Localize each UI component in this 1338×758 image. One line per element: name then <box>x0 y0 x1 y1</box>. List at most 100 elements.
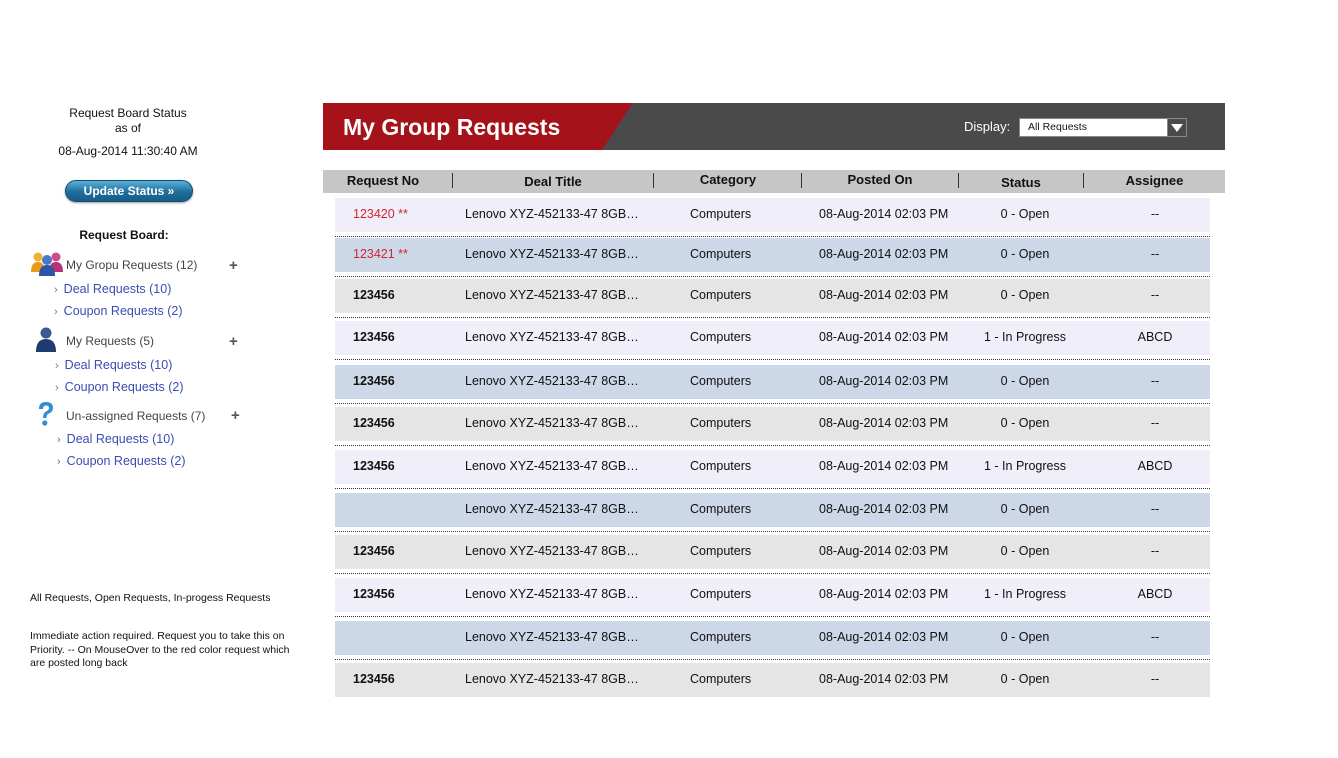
table-header: Request No Deal Title Category Posted On… <box>323 170 1225 193</box>
table-row[interactable]: 123456 Lenovo XYZ-452133-47 8GB… Computers… <box>335 279 1210 318</box>
deal-title-cell: Lenovo XYZ-452133-47 8GB… <box>465 247 639 261</box>
display-filter-value: All Requests <box>1028 121 1087 133</box>
assignee-cell: -- <box>1150 374 1160 388</box>
posted-on-cell: 08-Aug-2014 02:03 PM <box>819 459 949 473</box>
display-label: Display: <box>964 119 1011 134</box>
status-cell: 1 - In Progress <box>984 330 1066 344</box>
chevron-right-icon: › <box>54 284 58 296</box>
user-icon <box>36 327 56 352</box>
priority-note: Immediate action required. Request you t… <box>30 630 290 669</box>
posted-on-cell: 08-Aug-2014 02:03 PM <box>819 544 949 558</box>
category-cell: Computers <box>690 587 752 601</box>
deal-title-cell: Lenovo XYZ-452133-47 8GB… <box>465 630 639 644</box>
expand-my-group-requests-icon[interactable]: + <box>229 257 238 274</box>
status-timestamp: 08-Aug-2014 11:30:40 AM <box>58 144 198 158</box>
table-row[interactable]: 123456 Lenovo XYZ-452133-47 8GB… Computers… <box>335 321 1210 360</box>
deal-title-cell: Lenovo XYZ-452133-47 8GB… <box>465 672 639 686</box>
my-deal-requests-link[interactable]: › Deal Requests (10) <box>55 358 172 372</box>
column-deal-title[interactable]: Deal Title <box>453 174 653 189</box>
unassigned-deal-requests-link[interactable]: › Deal Requests (10) <box>57 432 174 446</box>
category-cell: Computers <box>690 247 752 261</box>
posted-on-cell: 08-Aug-2014 02:03 PM <box>819 330 949 344</box>
status-cell: 0 - Open <box>1000 544 1050 558</box>
status-cell: 1 - In Progress <box>984 587 1066 601</box>
category-cell: Computers <box>690 544 752 558</box>
deal-title-cell: Lenovo XYZ-452133-47 8GB… <box>465 416 639 430</box>
status-cell: 0 - Open <box>1000 416 1050 430</box>
request-no-cell[interactable]: 123456 <box>353 587 395 601</box>
table-row[interactable]: 123456 Lenovo XYZ-452133-47 8GB… Computers… <box>335 578 1210 617</box>
column-assignee[interactable]: Assignee <box>1084 173 1225 188</box>
category-cell: Computers <box>690 672 752 686</box>
display-filter-select[interactable]: All Requests <box>1019 118 1187 137</box>
request-no-cell[interactable]: 123420 ** <box>353 207 408 221</box>
status-cell: 0 - Open <box>1000 247 1050 261</box>
request-no-cell[interactable]: 123456 <box>353 459 395 473</box>
my-coupon-requests-link[interactable]: › Coupon Requests (2) <box>55 380 184 394</box>
table-row[interactable]: 123456 Lenovo XYZ-452133-47 8GB… Computers… <box>335 535 1210 574</box>
assignee-cell: -- <box>1150 672 1160 686</box>
page-title: My Group Requests <box>343 114 561 140</box>
assignee-cell: -- <box>1150 288 1160 302</box>
posted-on-cell: 08-Aug-2014 02:03 PM <box>819 207 949 221</box>
assignee-cell: ABCD <box>1137 330 1173 344</box>
category-cell: Computers <box>690 288 752 302</box>
unassigned-requests-label[interactable]: Un-assigned Requests (7) <box>66 409 205 423</box>
assignee-cell: -- <box>1150 207 1160 221</box>
update-status-button[interactable]: Update Status » <box>65 180 193 202</box>
unassigned-coupon-requests-link[interactable]: › Coupon Requests (2) <box>57 454 186 468</box>
page-header: My Group Requests Display: All Requests <box>323 103 1225 150</box>
sidebar: Request Board Status as of 08-Aug-2014 1… <box>0 0 320 758</box>
request-no-cell[interactable]: 123456 <box>353 416 395 430</box>
my-requests-label[interactable]: My Requests (5) <box>66 334 154 348</box>
table-row[interactable]: 123420 ** Lenovo XYZ-452133-47 8GB… Comput… <box>335 198 1210 237</box>
column-request-no[interactable]: Request No <box>323 173 443 188</box>
status-heading: Request Board Status <box>69 106 187 120</box>
status-cell: 0 - Open <box>1000 672 1050 686</box>
column-status[interactable]: Status <box>959 175 1083 190</box>
category-cell: Computers <box>690 502 752 516</box>
table-row[interactable]: 123456 Lenovo XYZ-452133-47 8GB… Computers… <box>335 450 1210 489</box>
request-no-cell[interactable]: 123456 <box>353 330 395 344</box>
category-cell: Computers <box>690 630 752 644</box>
table-row[interactable]: 123456 Lenovo XYZ-452133-47 8GB… Computers… <box>335 663 1210 697</box>
table-row[interactable]: 123456 Lenovo XYZ-452133-47 8GB… Computers… <box>335 407 1210 446</box>
posted-on-cell: 08-Aug-2014 02:03 PM <box>819 630 949 644</box>
question-icon <box>39 402 53 426</box>
expand-unassigned-requests-icon[interactable]: + <box>231 407 240 424</box>
table-row[interactable]: 123421 ** Lenovo XYZ-452133-47 8GB… Comput… <box>335 238 1210 277</box>
table-row[interactable]: Lenovo XYZ-452133-47 8GB… Computers 08-Aug… <box>335 621 1210 660</box>
status-cell: 0 - Open <box>1000 502 1050 516</box>
column-category[interactable]: Category <box>654 172 802 187</box>
deal-title-cell: Lenovo XYZ-452133-47 8GB… <box>465 288 639 302</box>
request-no-cell[interactable]: 123456 <box>353 672 395 686</box>
posted-on-cell: 08-Aug-2014 02:03 PM <box>819 587 949 601</box>
group-deal-requests-link[interactable]: › Deal Requests (10) <box>54 282 171 296</box>
posted-on-cell: 08-Aug-2014 02:03 PM <box>819 672 949 686</box>
deal-title-cell: Lenovo XYZ-452133-47 8GB… <box>465 374 639 388</box>
group-users-icon <box>31 252 63 276</box>
assignee-cell: -- <box>1150 544 1160 558</box>
deal-title-cell: Lenovo XYZ-452133-47 8GB… <box>465 459 639 473</box>
table-row[interactable]: Lenovo XYZ-452133-47 8GB… Computers 08-Aug… <box>335 493 1210 532</box>
category-cell: Computers <box>690 459 752 473</box>
posted-on-cell: 08-Aug-2014 02:03 PM <box>819 247 949 261</box>
request-board-heading: Request Board: <box>79 228 169 242</box>
request-no-cell[interactable]: 123421 ** <box>353 247 408 261</box>
request-no-cell[interactable]: 123456 <box>353 288 395 302</box>
table-row[interactable]: 123456 Lenovo XYZ-452133-47 8GB… Computers… <box>335 365 1210 404</box>
group-coupon-requests-link[interactable]: › Coupon Requests (2) <box>54 304 183 318</box>
status-cell: 0 - Open <box>1000 630 1050 644</box>
my-group-requests-label[interactable]: My Gropu Requests (12) <box>66 258 197 272</box>
expand-my-requests-icon[interactable]: + <box>229 333 238 350</box>
assignee-cell: -- <box>1150 247 1160 261</box>
status-as-of: as of <box>114 121 141 135</box>
request-no-cell[interactable]: 123456 <box>353 544 395 558</box>
status-cell: 0 - Open <box>1000 374 1050 388</box>
my-deal-requests-label: Deal Requests (10) <box>64 358 173 372</box>
chevron-right-icon: › <box>57 456 61 468</box>
column-posted-on[interactable]: Posted On <box>802 172 958 187</box>
chevron-down-icon[interactable] <box>1167 119 1186 136</box>
assignee-cell: ABCD <box>1137 587 1173 601</box>
request-no-cell[interactable]: 123456 <box>353 374 395 388</box>
